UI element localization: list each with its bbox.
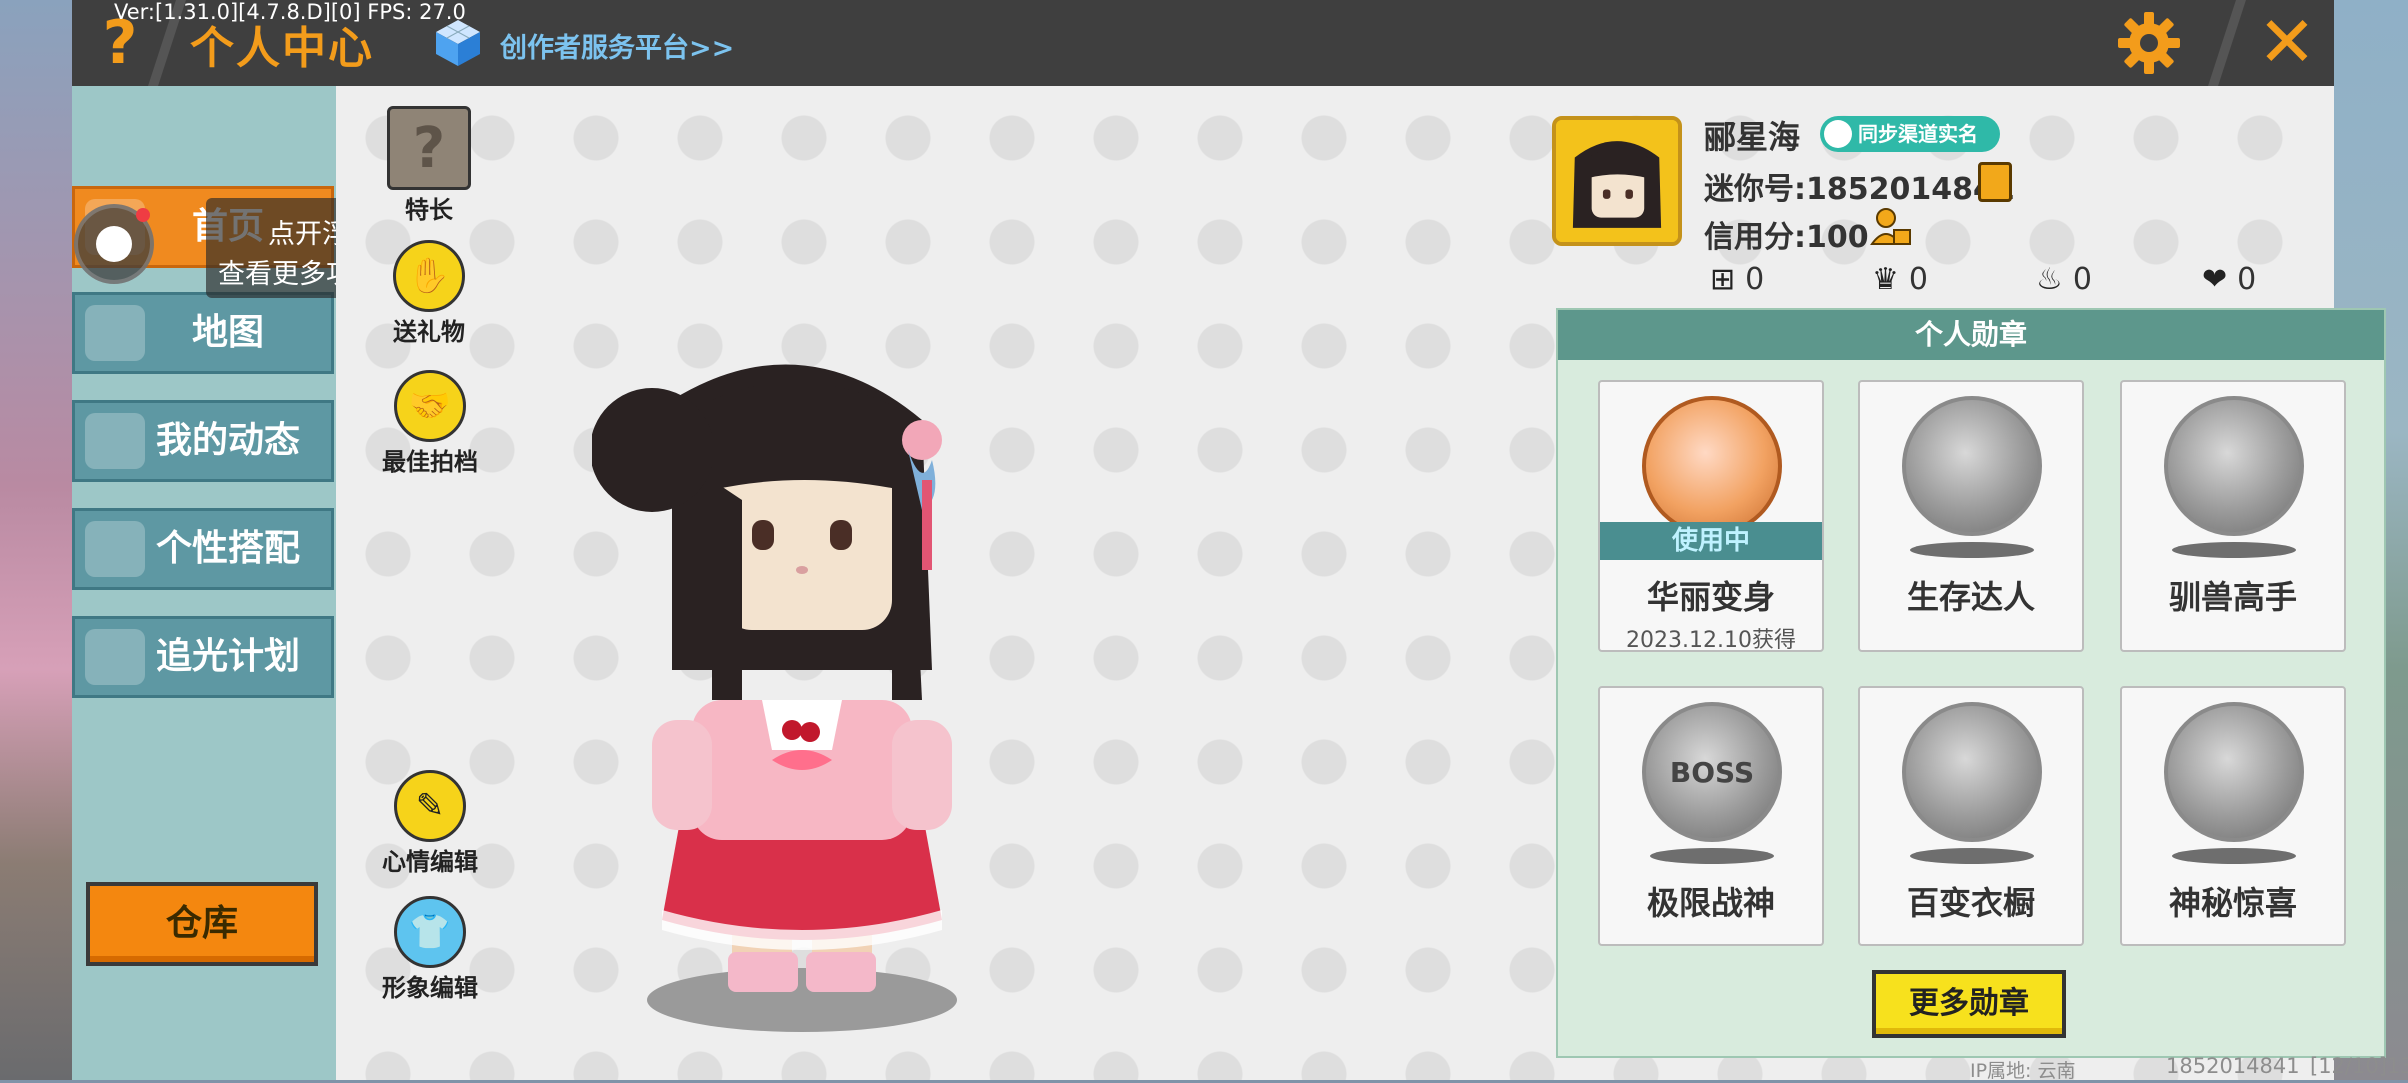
cube-icon[interactable] <box>434 18 482 68</box>
float-ball-core <box>96 226 132 262</box>
medal-name: 驯兽高手 <box>2168 578 2297 616</box>
plus-square-icon: ⊞ <box>1710 262 1736 297</box>
sidebar-item-label: 个性搭配 <box>155 528 300 569</box>
sidebar-item-my-activity[interactable]: 我的动态 <box>72 400 334 482</box>
medal-panel: 个人勋章 使用中 华丽变身 2023.12.10获得 生存达人 驯兽高手 BOS… <box>1556 308 2386 1058</box>
credit-score: 信用分:100 <box>1704 220 1869 255</box>
close-divider <box>2208 0 2246 86</box>
stat-value: 0 <box>1908 262 1928 297</box>
stat-value: 0 <box>2072 262 2092 297</box>
gift-hand-icon: ✋ <box>393 240 465 312</box>
flame-medal-icon <box>1902 396 2042 536</box>
medal-name: 百变衣橱 <box>1906 884 2035 922</box>
sidebar-item-label: 追光计划 <box>155 636 300 677</box>
outfit-shirt-icon: 👕 <box>394 896 466 968</box>
boss-medal-icon: BOSS <box>1642 702 1782 842</box>
heart-icon: ❤ <box>2202 262 2228 297</box>
game-background-left <box>0 0 80 1080</box>
medal-name: 华丽变身 <box>1646 578 1775 616</box>
sidebar-item-label: 我的动态 <box>155 420 300 461</box>
medal-card[interactable]: 生存达人 <box>1858 380 2084 652</box>
personal-center-window: ? 个人中心 创作者服务平台>> Ver:[1.31.0][4.7.8.D][0… <box>72 0 2408 1082</box>
medal-card[interactable]: 神秘惊喜 <box>2120 686 2346 946</box>
avatar-portrait <box>1556 120 1678 242</box>
question-block-icon: ? <box>387 106 471 190</box>
medal-shadow <box>2172 542 2296 558</box>
best-partner-button[interactable]: 🤝 最佳拍档 <box>380 370 480 477</box>
medal-shadow <box>1910 542 2034 558</box>
send-gift-button[interactable]: ✋ 送礼物 <box>384 240 474 347</box>
best-partner-label: 最佳拍档 <box>382 448 478 476</box>
medal-shadow <box>1650 848 1774 864</box>
dragon-medal-icon <box>1642 396 1782 536</box>
mini-id: 迷你号:1852014841 <box>1704 172 2015 207</box>
footer-timestamp: [12/10]13:10 <box>2310 1054 2408 1078</box>
image-edit-button[interactable]: 👕 形象编辑 <box>380 896 480 1003</box>
medal-name: 神秘惊喜 <box>2168 884 2297 922</box>
medal-name: 极限战神 <box>1646 884 1775 922</box>
map-icon <box>85 305 145 361</box>
specialty-label: 特长 <box>405 196 453 224</box>
realname-badge-label: 同步渠道实名 <box>1858 122 1978 146</box>
person-icon <box>1824 120 1852 148</box>
stat-likes: ⊞ 0 <box>1710 262 1764 297</box>
boss-medal-text: BOSS <box>1669 755 1755 789</box>
stat-value: 0 <box>1745 262 1765 297</box>
gift-box-medal-icon <box>2164 702 2304 842</box>
medal-card[interactable]: 使用中 华丽变身 2023.12.10获得 <box>1598 380 1824 653</box>
sidebar-item-label: 地图 <box>191 312 264 353</box>
specialty-button[interactable]: ? 特长 <box>384 106 474 225</box>
player-character-avatar[interactable] <box>592 340 1012 1040</box>
realname-sync-badge[interactable]: 同步渠道实名 <box>1820 116 2000 152</box>
more-medals-button[interactable]: 更多勋章 <box>1872 970 2066 1038</box>
sidebar-item-outfit[interactable]: 个性搭配 <box>72 508 334 590</box>
handshake-icon: 🤝 <box>394 370 466 442</box>
mood-edit-label: 心情编辑 <box>382 848 478 876</box>
medal-card[interactable]: 百变衣橱 <box>1858 686 2084 946</box>
creator-platform-link[interactable]: 创作者服务平台>> <box>500 26 734 65</box>
copy-icon[interactable] <box>1978 162 2012 202</box>
stat-trophies: ♛ 0 <box>1872 262 1928 297</box>
avatar[interactable] <box>1552 116 1682 246</box>
medal-name: 生存达人 <box>1906 578 2035 616</box>
edit-pencil-icon: ✎ <box>394 770 466 842</box>
nickname: 郦星海 <box>1704 118 1801 156</box>
horse-rider-medal-icon <box>2164 396 2304 536</box>
stat-value: 0 <box>2237 262 2257 297</box>
in-use-label: 使用中 <box>1600 522 1822 560</box>
sidebar-item-map[interactable]: 地图 <box>72 292 334 374</box>
footer-user-id: 1852014841 <box>2166 1054 2300 1078</box>
wardrobe-medal-icon <box>1902 702 2042 842</box>
close-button[interactable]: ✕ <box>2252 6 2322 78</box>
image-edit-label: 形象编辑 <box>382 974 478 1002</box>
medal-card[interactable]: 驯兽高手 <box>2120 380 2346 652</box>
medal-shadow <box>2172 848 2296 864</box>
trophy-icon: ♛ <box>1872 262 1899 297</box>
send-gift-label: 送礼物 <box>393 318 465 346</box>
medal-shadow <box>1910 848 2034 864</box>
mood-edit-button[interactable]: ✎ 心情编辑 <box>380 770 480 877</box>
credit-user-icon[interactable] <box>1870 206 1912 248</box>
medal-date: 2023.12.10获得 <box>1626 628 1796 653</box>
version-fps-text: Ver:[1.31.0][4.7.8.D][0] FPS: 27.0 <box>114 0 466 24</box>
stat-favorites: ❤ 0 <box>2202 262 2256 297</box>
ip-location: IP属地: 云南 <box>1970 1060 2076 1082</box>
warehouse-button[interactable]: 仓库 <box>86 882 318 966</box>
medal-panel-header: 个人勋章 <box>1558 310 2384 360</box>
stat-popularity: ♨ 0 <box>2036 262 2092 297</box>
medal-card[interactable]: BOSS 极限战神 <box>1598 686 1824 946</box>
float-ball[interactable] <box>74 204 154 284</box>
sidebar-item-chase-light[interactable]: 追光计划 <box>72 616 334 698</box>
fire-icon: ♨ <box>2036 262 2063 297</box>
top-bar: ? 个人中心 创作者服务平台>> Ver:[1.31.0][4.7.8.D][0… <box>72 0 2334 86</box>
gear-icon[interactable] <box>2116 10 2182 76</box>
notification-dot <box>136 208 150 222</box>
